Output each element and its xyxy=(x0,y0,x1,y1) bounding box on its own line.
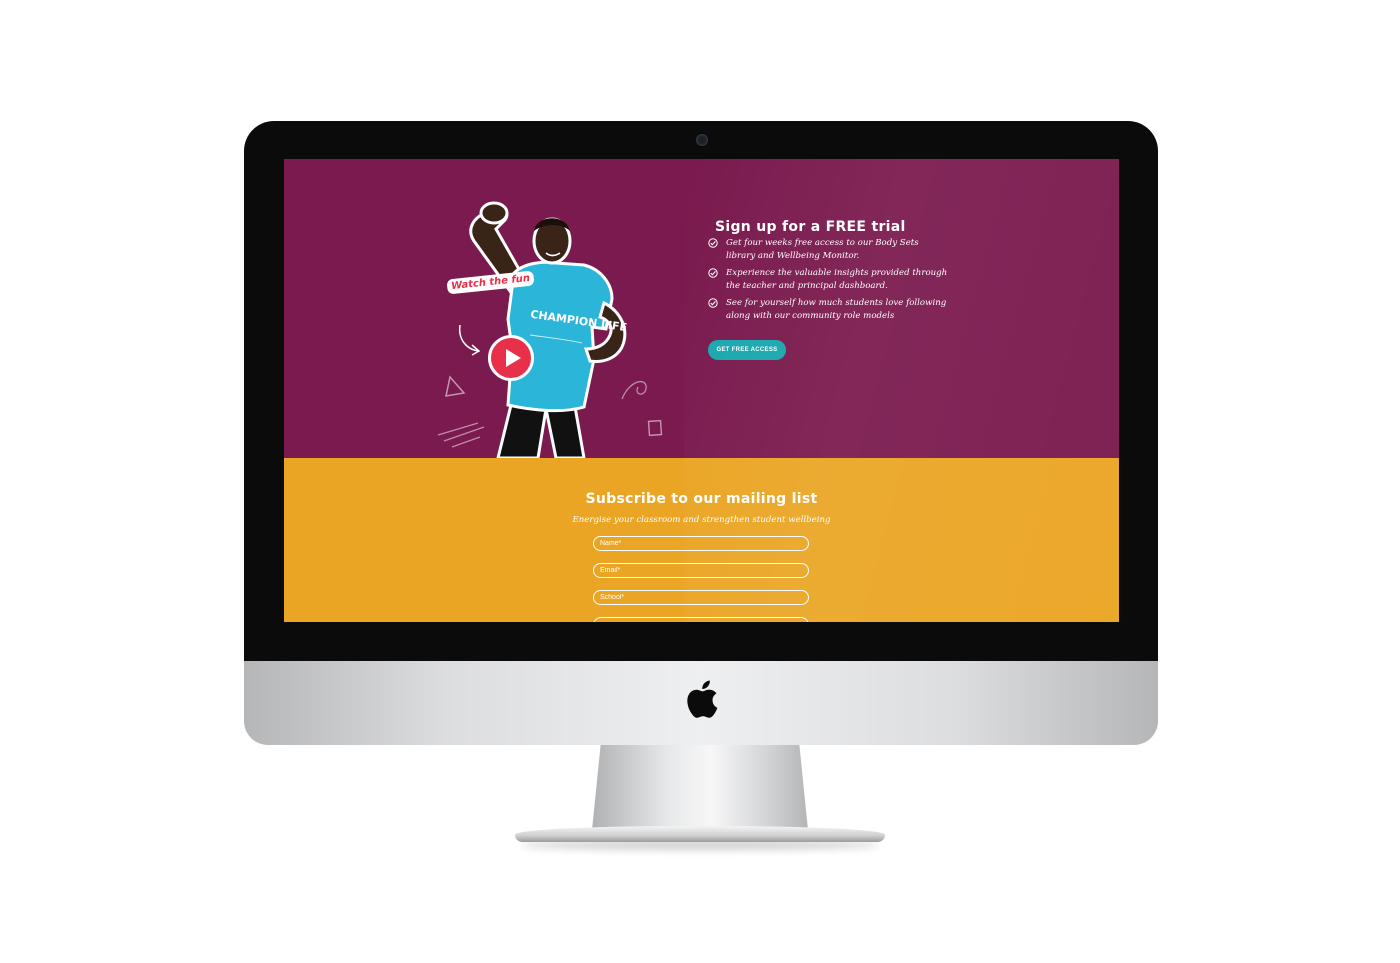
name-field[interactable] xyxy=(593,536,809,551)
monitor-base xyxy=(515,826,885,842)
school-field[interactable] xyxy=(593,590,809,605)
mailing-list-section: Subscribe to our mailing list Energise y… xyxy=(284,458,1119,622)
subscribe-heading: Subscribe to our mailing list xyxy=(585,491,818,507)
screen-bezel: CHAMPION LIFE Watch the fun Sign up for … xyxy=(244,121,1158,661)
check-circle-icon xyxy=(708,298,718,308)
subscribe-subtitle: Energise your classroom and strengthen s… xyxy=(572,515,831,525)
trial-heading: Sign up for a FREE trial xyxy=(715,218,906,235)
benefit-text: Experience the valuable insights provide… xyxy=(726,268,948,291)
benefit-item: Get four weeks free access to our Body S… xyxy=(708,237,948,263)
benefit-text: Get four weeks free access to our Body S… xyxy=(726,238,919,261)
apple-logo-icon xyxy=(687,680,718,718)
free-trial-section: CHAMPION LIFE Watch the fun Sign up for … xyxy=(284,159,1119,458)
athlete-illustration: CHAMPION LIFE xyxy=(458,201,628,458)
benefits-list: Get four weeks free access to our Body S… xyxy=(708,237,948,327)
check-circle-icon xyxy=(708,268,718,278)
camera-icon xyxy=(696,134,708,146)
benefit-text: See for yourself how much students love … xyxy=(726,298,947,321)
benefit-item: See for yourself how much students love … xyxy=(708,297,948,323)
check-circle-icon xyxy=(708,238,718,248)
monitor-stand xyxy=(592,745,808,830)
website-screen: CHAMPION LIFE Watch the fun Sign up for … xyxy=(284,159,1119,622)
imac-monitor: CHAMPION LIFE Watch the fun Sign up for … xyxy=(244,121,1158,745)
email-field[interactable] xyxy=(593,563,809,578)
next-field-partial[interactable] xyxy=(593,617,809,622)
play-icon xyxy=(506,349,521,367)
benefit-item: Experience the valuable insights provide… xyxy=(708,267,948,293)
monitor-chin xyxy=(244,661,1158,745)
play-video-button[interactable] xyxy=(488,335,534,381)
get-free-access-button[interactable]: GET FREE ACCESS xyxy=(708,340,786,360)
